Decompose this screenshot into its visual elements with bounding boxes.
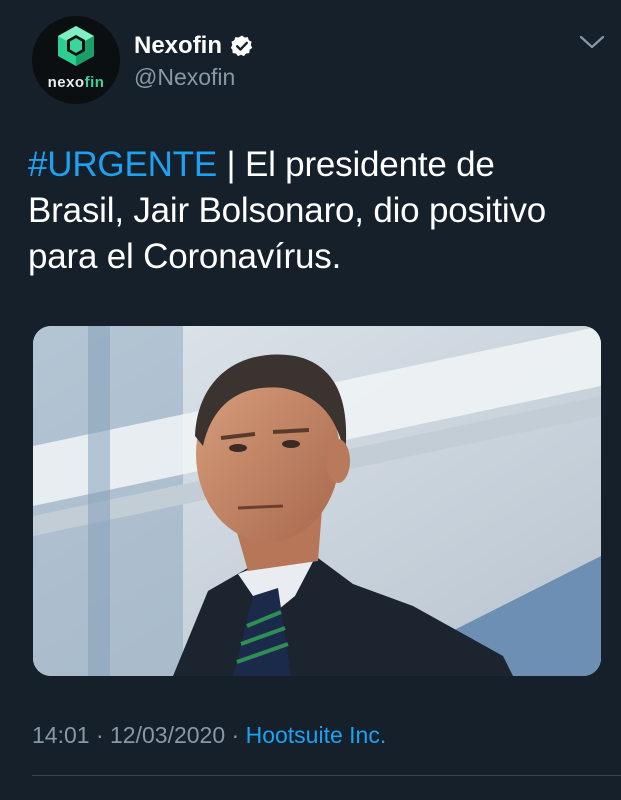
nexofin-logo-icon <box>58 26 94 66</box>
meta-separator: · <box>231 722 240 748</box>
tweet-metadata: 14:01 · 12/03/2020 · Hootsuite Inc. <box>32 722 386 749</box>
display-name-row[interactable]: Nexofin <box>134 32 254 60</box>
meta-separator: · <box>95 722 104 748</box>
tweet-source-link[interactable]: Hootsuite Inc. <box>246 722 387 748</box>
tweet-text: #URGENTE | El presidente de Brasil, Jair… <box>28 142 598 280</box>
tweet-date[interactable]: 12/03/2020 <box>110 722 225 748</box>
hashtag-link[interactable]: #URGENTE <box>28 145 217 184</box>
photo-illustration <box>33 326 601 676</box>
divider <box>32 775 621 776</box>
tweet-time[interactable]: 14:01 <box>32 722 90 748</box>
avatar-logo-text: nexofin <box>47 74 105 91</box>
avatar[interactable]: nexofin <box>32 16 120 104</box>
tweet-card: nexofin Nexofin @Nexofin #URGENTE | El p… <box>0 0 621 800</box>
verified-badge-icon <box>230 35 253 57</box>
user-handle[interactable]: @Nexofin <box>134 64 235 91</box>
chevron-down-icon[interactable] <box>578 32 606 52</box>
tweet-photo[interactable] <box>33 326 601 676</box>
display-name[interactable]: Nexofin <box>134 32 222 60</box>
